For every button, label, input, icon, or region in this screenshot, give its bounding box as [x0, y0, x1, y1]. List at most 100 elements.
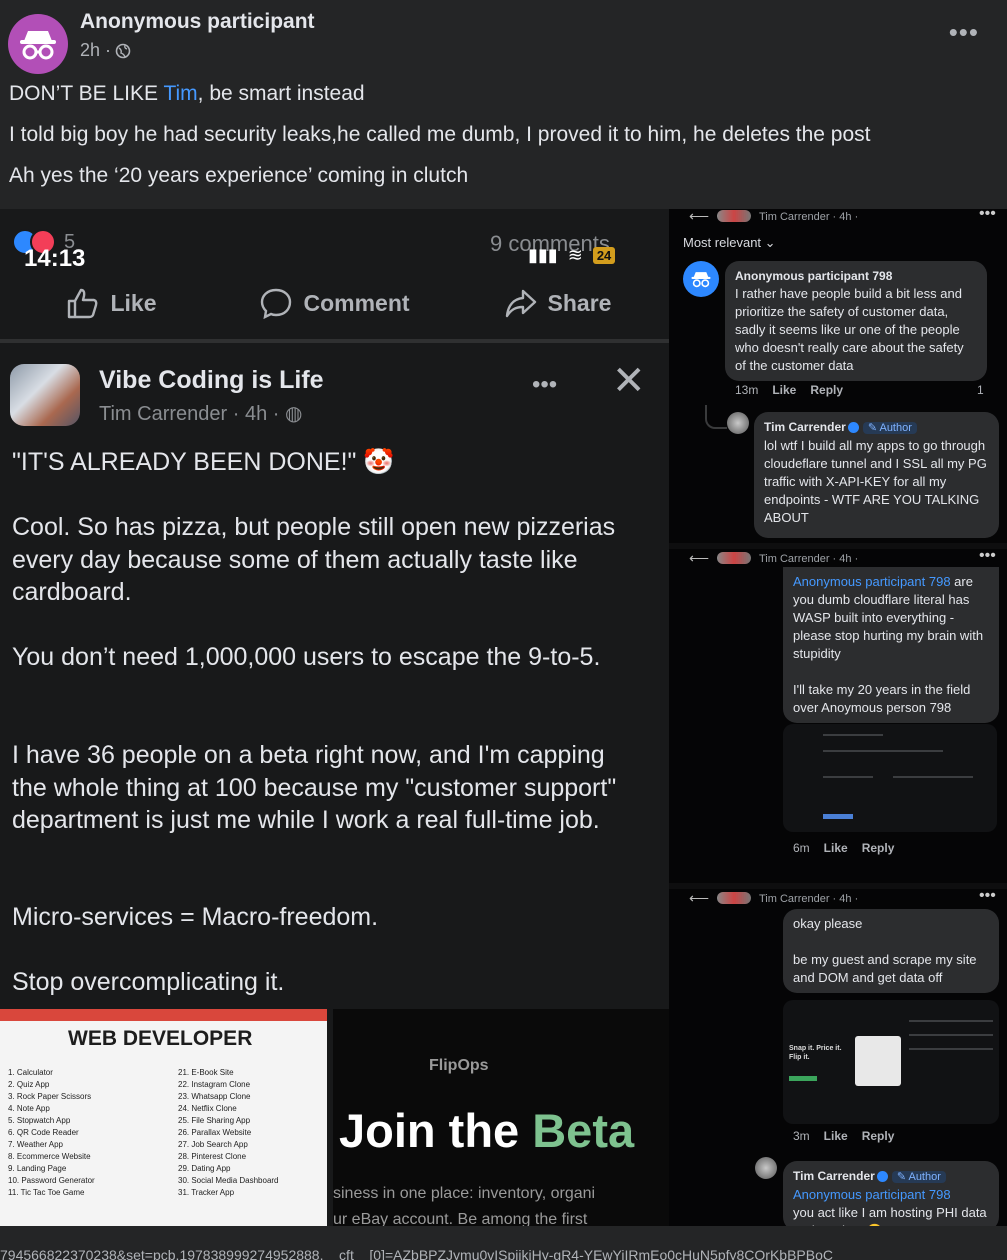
mini-avatar — [717, 892, 751, 904]
img-row — [909, 1034, 993, 1036]
back-arrow-icon[interactable]: ⟵ — [689, 890, 709, 907]
post-line-1-suffix: , be smart instead — [197, 82, 365, 105]
back-arrow-icon[interactable]: ⟵ — [689, 209, 709, 225]
post-meta: 2h · — [80, 40, 131, 61]
like-comment-button[interactable]: Like — [824, 1129, 848, 1143]
battery-icon: 24 — [592, 247, 616, 264]
comment-button[interactable]: Comment — [223, 279, 446, 327]
mention-tim[interactable]: Tim — [163, 82, 197, 105]
post-time[interactable]: 2h · — [80, 40, 111, 61]
commenter-name[interactable]: Anonymous participant 798 — [735, 267, 977, 285]
dashboard-screenshot-image[interactable] — [783, 724, 997, 832]
group-name[interactable]: Vibe Coding is Life — [99, 366, 324, 395]
inner-paragraph-5: Micro-services = Macro-freedom. — [12, 903, 379, 931]
join-headline-b: Beta — [532, 1104, 635, 1157]
idea-item: 11. Tic Tac Toe Game — [8, 1188, 85, 1197]
incognito-icon — [691, 272, 711, 288]
thumbs-up-icon — [68, 288, 98, 319]
reply-button[interactable]: Reply — [862, 1129, 895, 1143]
close-icon[interactable]: ✕ — [612, 361, 646, 401]
comment-bubble-tim-4: Tim Carrender ✎ Author Anonymous particip… — [783, 1161, 999, 1226]
comment-time: 13m — [735, 383, 759, 397]
idea-item: 21. E-Book Site — [178, 1068, 234, 1077]
img-row — [909, 1020, 993, 1022]
reply-button[interactable]: Reply — [810, 383, 843, 397]
flipops-brand: FlipOps — [429, 1057, 489, 1074]
share-icon — [505, 289, 536, 318]
anonymous-avatar[interactable] — [8, 14, 68, 74]
project-ideas-image[interactable]: WEB DEVELOPER 1. Calculator 2. Quiz App 3.… — [0, 1009, 327, 1226]
topbar-name: Tim Carrender · 4h · — [759, 553, 859, 565]
author-name[interactable]: Anonymous participant — [80, 10, 315, 34]
inner-more-icon[interactable]: ••• — [532, 371, 557, 399]
back-arrow-icon[interactable]: ⟵ — [689, 550, 709, 567]
topbar-more-icon[interactable]: ••• — [979, 209, 996, 223]
tim-avatar[interactable] — [755, 1157, 777, 1179]
mention-anon[interactable]: Anonymous participant 798 — [793, 1187, 951, 1202]
inner-paragraph-6: Stop overcomplicating it. — [12, 968, 285, 996]
beta-line-1: siness in one place: inventory, organi — [333, 1185, 596, 1202]
like-button[interactable]: Like — [0, 279, 223, 327]
post-line-2: I told big boy he had security leaks,he … — [9, 123, 871, 146]
idea-item: 23. Whatsapp Clone — [178, 1092, 251, 1101]
comment-label: Comment — [303, 289, 410, 316]
img-caption: Snap it. Price it. Flip it. — [789, 1045, 842, 1061]
inner-paragraph-1: "IT'S ALREADY BEEN DONE!" 🤡 — [12, 448, 395, 476]
signal-icon: ▮▮▮ — [528, 245, 558, 265]
anon-commenter-avatar[interactable] — [683, 261, 719, 297]
like-comment-button[interactable]: Like — [772, 383, 796, 397]
img-row — [823, 734, 883, 736]
topbar-more-icon[interactable]: ••• — [979, 547, 996, 565]
comment-bubble-tim-3: okay please be my guest and scrape my si… — [783, 909, 999, 993]
idea-item: 2. Quiz App — [8, 1080, 50, 1089]
screenshot-original-post[interactable]: 5 14:13 9 comments ▮▮▮ ≋ 24 Like Comment — [0, 209, 669, 1226]
reply-button[interactable]: Reply — [862, 841, 895, 855]
comment-reactions: 1 — [977, 383, 984, 397]
share-button[interactable]: Share — [446, 279, 669, 327]
idea-item: 5. Stopwatch App — [8, 1116, 71, 1125]
join-headline: Join the Beta — [339, 1103, 634, 1158]
ideas-list-left: 1. Calculator 2. Quiz App 3. Rock Paper Sc… — [8, 1067, 95, 1199]
img-row — [893, 776, 973, 778]
verified-icon — [876, 1171, 888, 1183]
img-row — [823, 814, 853, 819]
thread-line — [705, 405, 727, 429]
author-badge: ✎ Author — [862, 422, 917, 434]
comment-text: lol wtf I build all my apps to go throug… — [764, 438, 987, 525]
comments-topbar: ⟵ Tim Carrender · 4h · ••• — [669, 209, 1007, 225]
commenter-name[interactable]: Tim Carrender — [793, 1169, 875, 1183]
idea-item: 27. Job Search App — [178, 1140, 248, 1149]
globe-icon — [115, 43, 131, 58]
like-comment-button[interactable]: Like — [824, 841, 848, 855]
separator — [669, 883, 1007, 889]
incognito-icon — [20, 31, 56, 60]
reaction-count: 1 — [977, 383, 984, 397]
mini-avatar — [717, 552, 751, 564]
mention-anon[interactable]: Anonymous participant 798 — [793, 574, 951, 589]
comment-bubble-tim-2: Anonymous participant 798 are you dumb c… — [783, 567, 999, 723]
comment-bubble-tim: Tim Carrender ✎ Author lol wtf I build al… — [754, 412, 999, 538]
inner-post-header: Vibe Coding is Life Tim Carrender · 4h ·… — [0, 359, 669, 429]
commenter-name[interactable]: Tim Carrender — [764, 420, 846, 434]
idea-item: 7. Weather App — [8, 1140, 63, 1149]
comment-actions: 6m Like Reply — [793, 841, 894, 855]
idea-item: 10. Password Generator — [8, 1176, 95, 1185]
group-avatar[interactable] — [10, 364, 80, 426]
tim-avatar[interactable] — [727, 412, 749, 434]
screenshot-comments[interactable]: ⟵ Tim Carrender · 4h · ••• Most relevant… — [669, 209, 1007, 1226]
comments-topbar-3: ⟵ Tim Carrender · 4h · ••• — [669, 887, 1007, 907]
most-relevant-dropdown[interactable]: Most relevant ⌄ — [683, 235, 776, 251]
wifi-icon: ≋ — [567, 245, 583, 265]
site-screenshot-image[interactable]: Snap it. Price it. Flip it. — [783, 1000, 999, 1124]
img-row — [823, 776, 873, 778]
verified-icon — [847, 422, 859, 434]
more-options-icon[interactable]: ••• — [949, 19, 979, 45]
topbar-more-icon[interactable]: ••• — [979, 887, 996, 905]
join-beta-image[interactable]: FlipOps Join the Beta siness in one plac… — [333, 1009, 669, 1226]
comment-time: 6m — [793, 841, 810, 855]
globe-icon: ◍ — [284, 403, 303, 425]
inner-paragraph-4: I have 36 people on a beta right now, an… — [12, 741, 617, 834]
post-line-3: Ah yes the ‘20 years experience’ coming … — [9, 164, 469, 187]
comment-actions: 13m Like Reply — [735, 383, 843, 397]
